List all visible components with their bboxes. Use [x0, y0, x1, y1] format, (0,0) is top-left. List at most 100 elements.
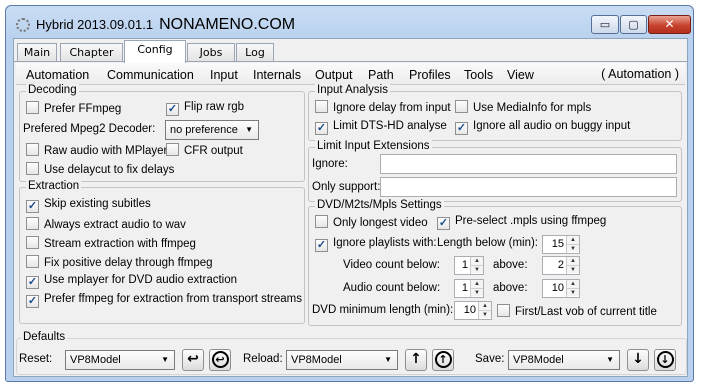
- extraction-item[interactable]: ✓ Skip existing subitles: [26, 198, 151, 213]
- spin-down-icon[interactable]: ▼: [471, 265, 483, 273]
- subtab-path[interactable]: Path: [368, 68, 394, 82]
- spin-up-icon[interactable]: ▲: [471, 257, 483, 265]
- ignore-ext-input[interactable]: [380, 154, 677, 174]
- spin-up-icon[interactable]: ▲: [567, 280, 579, 288]
- tab-config[interactable]: Config: [124, 40, 186, 63]
- ignore-playlists-checkbox[interactable]: ✓ Ignore playlists with:: [315, 237, 437, 252]
- subtab-profiles[interactable]: Profiles: [409, 68, 451, 82]
- ignore-playlists-label: Ignore playlists with:: [333, 237, 437, 249]
- subtab-tools[interactable]: Tools: [464, 68, 493, 82]
- checkbox-box[interactable]: [26, 143, 39, 156]
- reset-profile-select[interactable]: VP8Model ▼: [65, 350, 175, 370]
- input-analysis-title: Input Analysis: [315, 84, 390, 96]
- spin-up-icon[interactable]: ▲: [567, 236, 579, 244]
- config-subtabs: Automation Communication Input Internals…: [16, 63, 685, 85]
- cfr-output-checkbox[interactable]: CFR output: [166, 143, 243, 157]
- limit-dts-checkbox[interactable]: ✓ Limit DTS-HD analyse: [315, 120, 447, 135]
- checkmark-icon[interactable]: ✓: [437, 217, 450, 230]
- checkbox-box[interactable]: [497, 304, 510, 317]
- delaycut-checkbox[interactable]: Use delaycut to fix delays: [26, 162, 174, 176]
- reset-all-button[interactable]: ↩: [209, 349, 231, 371]
- checkmark-icon[interactable]: ✓: [26, 295, 39, 308]
- spin-down-icon[interactable]: ▼: [479, 310, 491, 318]
- tab-jobs[interactable]: Jobs: [187, 43, 235, 62]
- mpeg2-decoder-select[interactable]: no preference ▼: [165, 120, 259, 140]
- checkbox-box[interactable]: [455, 100, 468, 113]
- video-above-spinner[interactable]: 2 ▲ ▼: [542, 256, 580, 275]
- reset-label: Reset:: [19, 353, 53, 365]
- only-longest-checkbox[interactable]: Only longest video: [315, 215, 428, 229]
- extraction-item[interactable]: ✓ Prefer ffmpeg for extraction from trans…: [26, 293, 302, 308]
- maximize-button[interactable]: ▢: [620, 15, 647, 34]
- only-longest-label: Only longest video: [333, 217, 428, 229]
- checkmark-icon[interactable]: ✓: [315, 122, 328, 135]
- save-button[interactable]: ↓: [627, 349, 649, 371]
- prefer-ffmpeg-checkbox[interactable]: Prefer FFmpeg: [26, 101, 121, 115]
- extraction-item[interactable]: Always extract audio to wav: [26, 217, 186, 231]
- raw-audio-checkbox[interactable]: Raw audio with MPlayer: [26, 143, 167, 157]
- reload-button[interactable]: ↑: [405, 349, 427, 371]
- save-all-button[interactable]: ↓: [654, 349, 676, 371]
- checkbox-box[interactable]: [315, 215, 328, 228]
- checkmark-icon[interactable]: ✓: [166, 103, 179, 116]
- checkbox-box[interactable]: [26, 101, 39, 114]
- length-below-spinner[interactable]: 15 ▲ ▼: [542, 235, 580, 254]
- only-support-label: Only support:: [312, 181, 381, 193]
- reload-profile-select[interactable]: VP8Model ▼: [286, 350, 398, 370]
- subtab-output[interactable]: Output: [315, 68, 353, 82]
- subtab-input[interactable]: Input: [210, 68, 238, 82]
- preselect-mpls-checkbox[interactable]: ✓ Pre-select .mpls using ffmpeg: [437, 215, 606, 230]
- only-support-input[interactable]: [380, 177, 677, 197]
- checkmark-icon[interactable]: ✓: [455, 122, 468, 135]
- extraction-item[interactable]: Fix positive delay through ffmpeg: [26, 255, 213, 269]
- first-last-vob-checkbox[interactable]: First/Last vob of current title: [497, 304, 657, 318]
- checkmark-icon[interactable]: ✓: [26, 276, 39, 289]
- audio-above-spinner[interactable]: 10 ▲ ▼: [542, 279, 580, 298]
- use-mediainfo-checkbox[interactable]: Use MediaInfo for mpls: [455, 100, 591, 114]
- checkbox-box[interactable]: [26, 162, 39, 175]
- subtab-view[interactable]: View: [507, 68, 534, 82]
- reset-undo-button[interactable]: ↩: [182, 349, 204, 371]
- close-button[interactable]: ✕: [648, 15, 691, 34]
- ignore-audio-checkbox[interactable]: ✓ Ignore all audio on buggy input: [455, 120, 630, 135]
- checkbox-box[interactable]: [315, 100, 328, 113]
- flip-raw-rgb-checkbox[interactable]: ✓ Flip raw rgb: [166, 101, 244, 116]
- subtab-communication[interactable]: Communication: [107, 68, 194, 82]
- save-profile-select[interactable]: VP8Model ▼: [508, 350, 620, 370]
- checkbox-box[interactable]: [26, 217, 39, 230]
- audio-count-spinner[interactable]: 1 ▲ ▼: [454, 279, 484, 298]
- extraction-group: Extraction ✓ Skip existing subitles Alway…: [19, 180, 305, 324]
- save-profile-value: VP8Model: [513, 354, 564, 366]
- spin-down-icon[interactable]: ▼: [471, 288, 483, 296]
- spin-up-icon[interactable]: ▲: [479, 302, 491, 310]
- minimize-button[interactable]: ▭: [591, 15, 619, 34]
- reload-profile-value: VP8Model: [291, 354, 342, 366]
- dvd-min-length-spinner[interactable]: 10 ▲ ▼: [454, 301, 492, 320]
- tab-log[interactable]: Log: [236, 43, 274, 62]
- save-label: Save:: [475, 353, 505, 365]
- spin-up-icon[interactable]: ▲: [567, 257, 579, 265]
- arrow-down-icon: ↓: [632, 351, 644, 367]
- spin-down-icon[interactable]: ▼: [567, 265, 579, 273]
- video-count-spinner[interactable]: 1 ▲ ▼: [454, 256, 484, 275]
- extraction-item-label: Always extract audio to wav: [44, 219, 186, 231]
- extraction-item[interactable]: ✓ Use mplayer for DVD audio extraction: [26, 274, 237, 289]
- subtab-internals[interactable]: Internals: [253, 68, 301, 82]
- spinner-buttons: ▲ ▼: [566, 257, 579, 274]
- ignore-delay-checkbox[interactable]: Ignore delay from input: [315, 100, 451, 114]
- checkbox-box[interactable]: [166, 143, 179, 156]
- dvd-min-length-label: DVD minimum length (min):: [312, 304, 454, 316]
- checkmark-icon[interactable]: ✓: [26, 200, 39, 213]
- checkbox-box[interactable]: [26, 255, 39, 268]
- subtab-automation[interactable]: Automation: [26, 68, 89, 82]
- tab-main[interactable]: Main: [17, 43, 57, 62]
- checkmark-icon[interactable]: ✓: [315, 239, 328, 252]
- checkbox-box[interactable]: [26, 236, 39, 249]
- spin-down-icon[interactable]: ▼: [567, 244, 579, 252]
- extraction-item[interactable]: Stream extraction with ffmpeg: [26, 236, 196, 250]
- spin-up-icon[interactable]: ▲: [471, 280, 483, 288]
- ignore-delay-label: Ignore delay from input: [333, 102, 451, 114]
- reload-all-button[interactable]: ↑: [432, 349, 454, 371]
- tab-chapter[interactable]: Chapter: [60, 43, 123, 62]
- spin-down-icon[interactable]: ▼: [567, 288, 579, 296]
